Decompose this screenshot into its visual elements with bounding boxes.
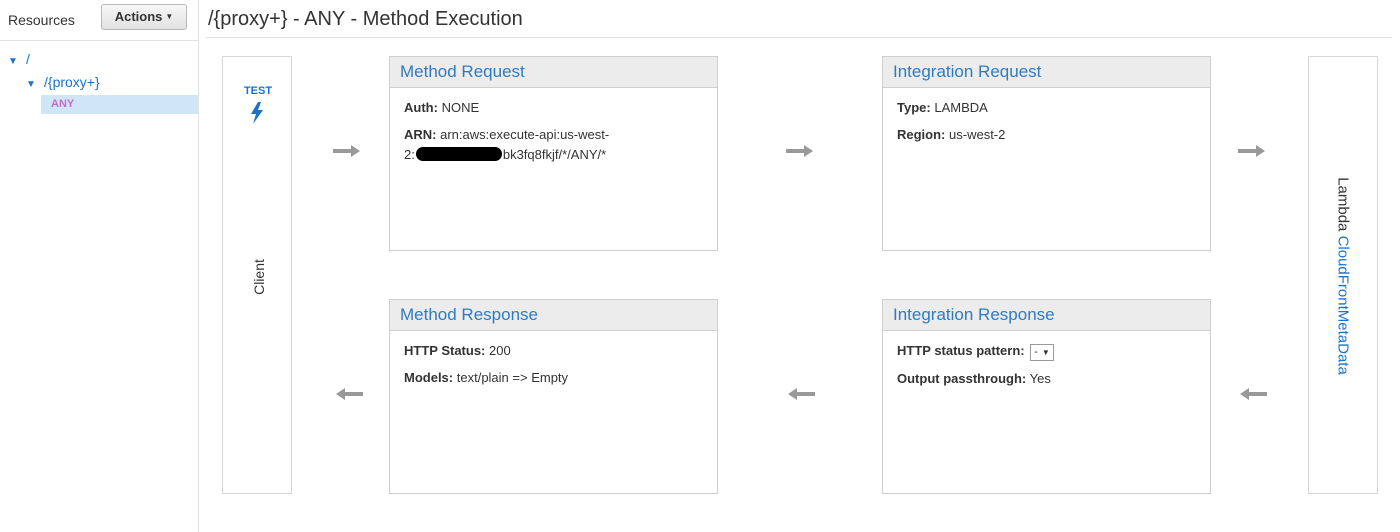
arrow-left-icon [788, 388, 815, 400]
auth-row: Auth: NONE [404, 98, 703, 117]
title-divider [206, 37, 1392, 38]
redaction-mark [415, 147, 502, 161]
tree-item-root-label[interactable]: / [26, 51, 30, 67]
arrow-right-icon [333, 145, 360, 157]
status-pattern-label: HTTP status pattern: [897, 343, 1025, 358]
arn-row: ARN: arn:aws:execute-api:us-west- 2: bk3f… [404, 125, 703, 165]
actions-button[interactable]: Actions ▼ [101, 4, 187, 30]
arrow-left-icon [1240, 388, 1267, 400]
models-row: Models: text/plain => Empty [404, 368, 703, 387]
arrow-right-icon [1238, 145, 1265, 157]
test-link[interactable]: TEST [223, 85, 293, 97]
method-response-title[interactable]: Method Response [390, 300, 717, 331]
passthrough-row: Output passthrough: Yes [897, 369, 1196, 388]
page-title: /{proxy+} - ANY - Method Execution [208, 8, 523, 30]
integration-request-title[interactable]: Integration Request [883, 57, 1210, 88]
sidebar-title: Resources [8, 12, 75, 28]
arn-label: ARN: [404, 127, 437, 142]
arn-line2-suffix: bk3fq8fkjf/*/ANY/* [502, 147, 607, 162]
lightning-bolt-icon[interactable] [249, 102, 265, 124]
lambda-label: Lambda CloudFrontMetaData [1335, 177, 1352, 375]
integration-response-title[interactable]: Integration Response [883, 300, 1210, 331]
passthrough-value: Yes [1029, 371, 1051, 386]
region-value: us-west-2 [949, 127, 1006, 142]
arrow-left-icon [336, 388, 363, 400]
lambda-prefix: Lambda [1334, 177, 1352, 232]
models-label: Models: [404, 370, 454, 385]
integration-request-card: Integration Request Type: LAMBDA Region:… [882, 56, 1211, 251]
http-status-row: HTTP Status: 200 [404, 341, 703, 360]
resources-sidebar: Resources Actions ▼ ▼ / ▼/{proxy+} ANY [0, 0, 199, 532]
dropdown-caret-icon[interactable]: ▼ [1042, 348, 1050, 357]
http-status-label: HTTP Status: [404, 343, 486, 358]
method-request-card: Method Request Auth: NONE ARN: arn:aws:e… [389, 56, 718, 251]
actions-label: Actions [114, 9, 163, 24]
status-pattern-select[interactable]: - ▼ [1030, 344, 1054, 361]
caret-down-icon: ▼ [165, 12, 174, 21]
status-pattern-value[interactable]: - [1034, 346, 1038, 358]
sidebar-header: Resources Actions ▼ [0, 0, 198, 41]
arn-line2-prefix: 2: [404, 147, 415, 162]
client-panel: TEST Client [222, 56, 292, 494]
method-badge[interactable]: ANY [51, 98, 74, 110]
tree-item-any-method[interactable]: ANY [41, 95, 198, 114]
expand-triangle-icon[interactable]: ▼ [26, 79, 44, 90]
lambda-panel: Lambda CloudFrontMetaData [1308, 56, 1378, 494]
region-label: Region: [897, 127, 946, 142]
type-value: LAMBDA [934, 100, 988, 115]
expand-triangle-icon[interactable]: ▼ [8, 56, 26, 67]
tree-item-proxy[interactable]: ▼/{proxy+} [26, 74, 100, 90]
passthrough-label: Output passthrough: [897, 371, 1027, 386]
type-row: Type: LAMBDA [897, 98, 1196, 117]
region-row: Region: us-west-2 [897, 125, 1196, 144]
status-pattern-row: HTTP status pattern: - ▼ [897, 341, 1196, 361]
tree-item-proxy-label[interactable]: /{proxy+} [44, 74, 100, 90]
integration-response-card: Integration Response HTTP status pattern… [882, 299, 1211, 494]
method-response-card: Method Response HTTP Status: 200 Models:… [389, 299, 718, 494]
arrow-right-icon [786, 145, 813, 157]
arn-line1: arn:aws:execute-api:us-west- [440, 127, 610, 142]
models-value: text/plain => Empty [456, 370, 569, 385]
http-status-value: 200 [489, 343, 511, 358]
type-label: Type: [897, 100, 931, 115]
method-request-title[interactable]: Method Request [390, 57, 717, 88]
lambda-function-link[interactable]: CloudFrontMetaData [1335, 236, 1352, 375]
client-label: Client [251, 259, 267, 295]
tree-item-root[interactable]: ▼ / [8, 51, 30, 67]
auth-value: NONE [441, 100, 480, 115]
auth-label: Auth: [404, 100, 438, 115]
